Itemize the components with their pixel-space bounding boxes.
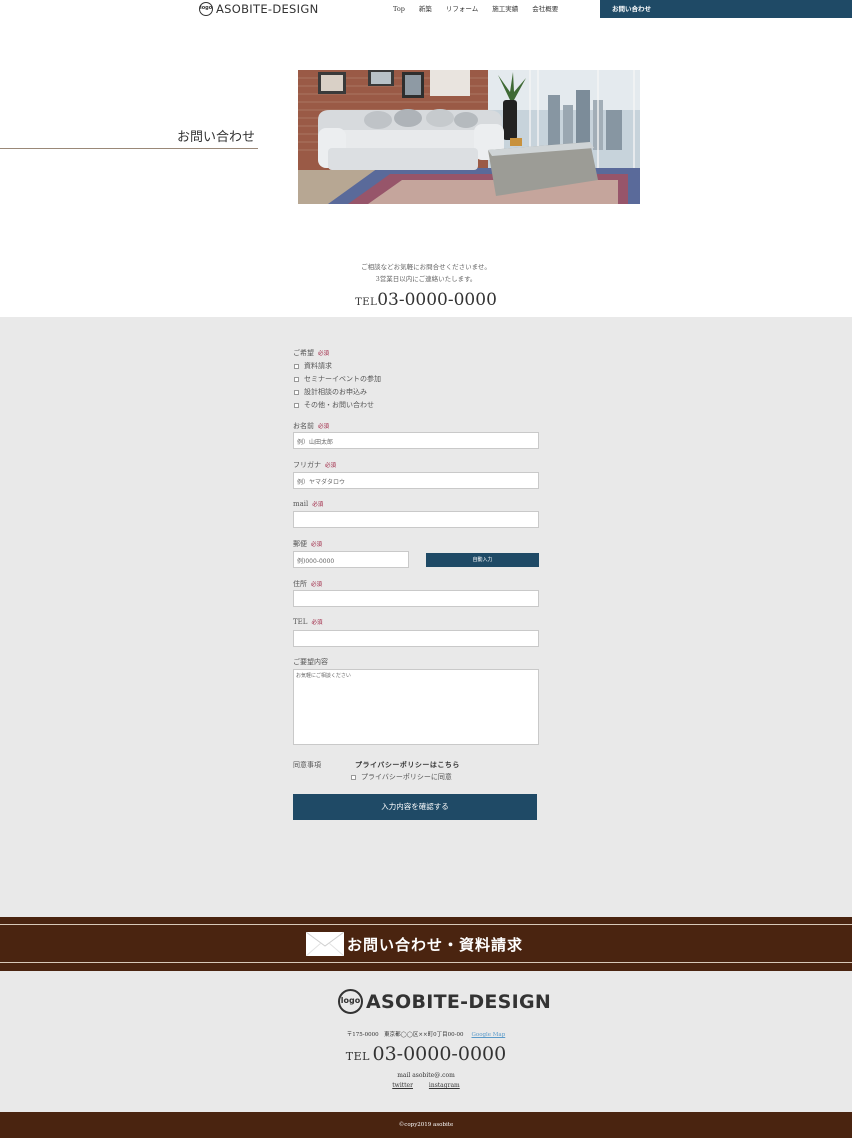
checkbox[interactable] bbox=[351, 774, 356, 780]
intro-text: ご相談などお気軽にお問合せくださいませ。 3営業日以内にご連絡いたします。 bbox=[0, 261, 852, 285]
google-map-link[interactable]: Google Map bbox=[472, 1032, 506, 1038]
logo-badge-icon: logo bbox=[338, 989, 363, 1014]
kana-input[interactable]: 例）ヤマダタロウ bbox=[293, 472, 539, 489]
twitter-link[interactable]: twitter bbox=[392, 1082, 413, 1089]
nav-top[interactable]: Top bbox=[385, 0, 412, 18]
message-label: ご要望内容 bbox=[293, 658, 328, 666]
nav-reform[interactable]: リフォーム bbox=[439, 0, 485, 18]
footer-address-text: 〒175-0000 東京都◯◯区××町0丁目00-00 bbox=[346, 1032, 464, 1038]
intro-line-2: 3営業日以内にご連絡いたします。 bbox=[375, 275, 477, 283]
intro-line-1: ご相談などお気軽にお問合せくださいませ。 bbox=[361, 263, 491, 271]
intro-phone: TEL03-0000-0000 bbox=[0, 290, 852, 310]
footer-logo-text: ASOBITE-DESIGN bbox=[366, 990, 552, 1013]
checkbox[interactable] bbox=[294, 389, 299, 395]
tel-label-text: TEL bbox=[293, 618, 308, 626]
mail-label-text: mail bbox=[293, 500, 309, 508]
name-label-text: お名前 bbox=[293, 422, 314, 430]
tel-input[interactable] bbox=[293, 630, 539, 647]
footer-tel-label: TEL bbox=[345, 1050, 370, 1063]
required-badge: 必須 bbox=[312, 502, 324, 508]
footer-logo[interactable]: logo ASOBITE-DESIGN bbox=[338, 989, 551, 1014]
copyright-bar: ©copy2019 asobite bbox=[0, 1112, 852, 1138]
postal-label: 郵便 必須 bbox=[293, 539, 322, 549]
contact-banner[interactable]: お問い合わせ・資料請求 bbox=[0, 917, 852, 971]
living-room-illustration bbox=[298, 70, 640, 204]
checkbox[interactable] bbox=[294, 402, 299, 408]
nav-new-build[interactable]: 新築 bbox=[412, 0, 439, 18]
envelope-icon bbox=[306, 932, 344, 956]
page-title: お問い合わせ bbox=[0, 126, 258, 149]
required-badge: 必須 bbox=[311, 582, 323, 588]
address-label-text: 住所 bbox=[293, 580, 307, 588]
contact-form-section bbox=[0, 317, 852, 917]
instagram-link[interactable]: instagram bbox=[429, 1082, 460, 1089]
address-label: 住所 必須 bbox=[293, 579, 322, 589]
header-logo[interactable]: logo ASOBITE-DESIGN bbox=[199, 2, 318, 16]
option-brochure-label: 資料請求 bbox=[304, 362, 332, 370]
logo-text: ASOBITE-DESIGN bbox=[216, 2, 319, 16]
footer-social-links: twitter instagram bbox=[0, 1082, 852, 1089]
footer-tel-number[interactable]: 03-0000-0000 bbox=[372, 1043, 506, 1065]
privacy-agree-label: プライバシーポリシーに同意 bbox=[361, 773, 452, 781]
footer-phone: TEL 03-0000-0000 bbox=[0, 1043, 852, 1065]
checkbox[interactable] bbox=[294, 363, 299, 369]
message-textarea[interactable]: お気軽にご相談ください bbox=[293, 669, 539, 745]
request-label-text: ご希望 bbox=[293, 349, 314, 357]
required-badge: 必須 bbox=[311, 542, 323, 548]
banner-rule-top bbox=[0, 924, 852, 925]
checkbox[interactable] bbox=[294, 376, 299, 382]
postal-input[interactable]: 例)000-0000 bbox=[293, 551, 409, 568]
main-nav: Top 新築 リフォーム 施工実績 会社概要 お問い合わせ bbox=[385, 0, 852, 18]
banner-rule-bottom bbox=[0, 962, 852, 963]
footer-mail[interactable]: mail asobite@.com bbox=[0, 1072, 852, 1079]
option-design-consult[interactable]: 設計相談のお申込み bbox=[294, 387, 367, 397]
intro-tel-label: TEL bbox=[355, 297, 378, 308]
tel-label: TEL 必須 bbox=[293, 618, 322, 626]
hero-image bbox=[298, 70, 640, 204]
site-footer: logo ASOBITE-DESIGN 〒175-0000 東京都◯◯区××町0… bbox=[0, 971, 852, 1112]
privacy-agree-checkbox[interactable]: プライバシーポリシーに同意 bbox=[351, 772, 452, 782]
required-badge: 必須 bbox=[318, 424, 330, 430]
postal-label-text: 郵便 bbox=[293, 540, 307, 548]
option-other-label: その他・お問い合わせ bbox=[304, 401, 374, 409]
request-label: ご希望 必須 bbox=[293, 348, 329, 358]
option-seminar-label: セミナーイベントの参加 bbox=[304, 375, 381, 383]
option-brochure[interactable]: 資料請求 bbox=[294, 361, 332, 371]
autofill-button[interactable]: 自動入力 bbox=[426, 553, 539, 567]
nav-company[interactable]: 会社概要 bbox=[525, 0, 565, 18]
option-other[interactable]: その他・お問い合わせ bbox=[294, 400, 374, 410]
intro-tel-number[interactable]: 03-0000-0000 bbox=[377, 290, 497, 310]
nav-contact[interactable]: お問い合わせ bbox=[600, 0, 852, 18]
confirm-button[interactable]: 入力内容を確認する bbox=[293, 794, 537, 820]
site-header: logo ASOBITE-DESIGN Top 新築 リフォーム 施工実績 会社… bbox=[0, 0, 852, 18]
mail-label: mail 必須 bbox=[293, 500, 323, 508]
contact-banner-content: お問い合わせ・資料請求 bbox=[306, 932, 523, 956]
kana-label-text: フリガナ bbox=[293, 461, 321, 469]
address-input[interactable] bbox=[293, 590, 539, 607]
required-badge: 必須 bbox=[318, 351, 330, 357]
option-seminar[interactable]: セミナーイベントの参加 bbox=[294, 374, 381, 384]
kana-label: フリガナ 必須 bbox=[293, 460, 336, 470]
option-design-consult-label: 設計相談のお申込み bbox=[304, 388, 367, 396]
required-badge: 必須 bbox=[311, 620, 323, 626]
agree-label: 同意事項 bbox=[293, 761, 321, 769]
contact-banner-text: お問い合わせ・資料請求 bbox=[347, 935, 524, 954]
nav-works[interactable]: 施工実績 bbox=[485, 0, 525, 18]
name-label: お名前 必須 bbox=[293, 421, 329, 431]
name-input[interactable]: 例）山田太郎 bbox=[293, 432, 539, 449]
mail-input[interactable] bbox=[293, 511, 539, 528]
privacy-policy-link[interactable]: プライバシーポリシーはこちら bbox=[355, 760, 460, 770]
footer-address: 〒175-0000 東京都◯◯区××町0丁目00-00 Google Map bbox=[0, 1030, 852, 1038]
required-badge: 必須 bbox=[325, 463, 337, 469]
logo-badge-icon: logo bbox=[199, 2, 213, 16]
